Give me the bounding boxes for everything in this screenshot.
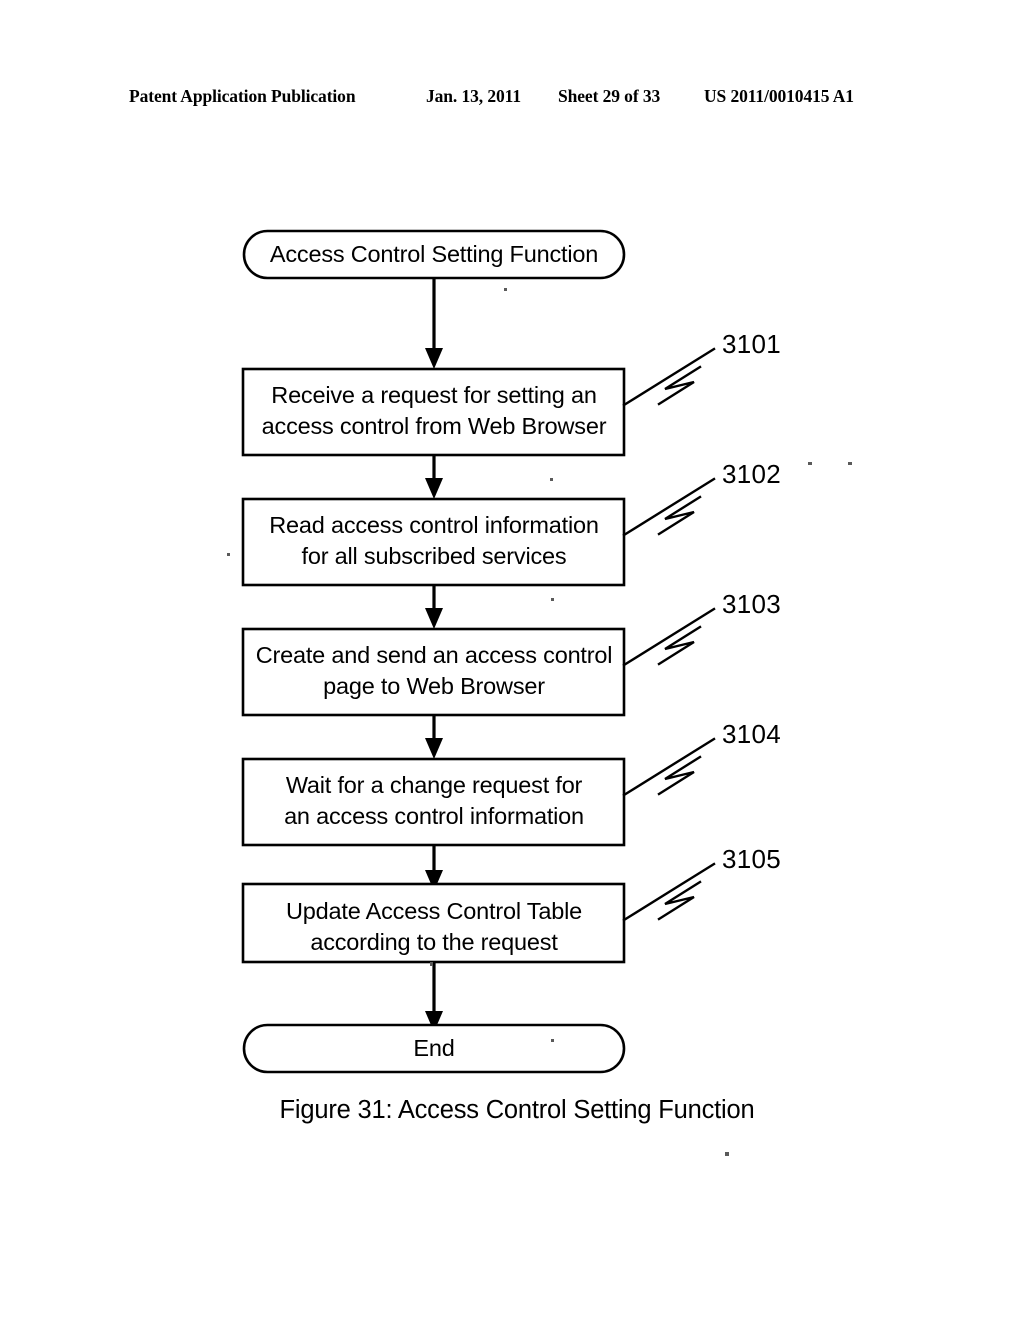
reference-leader-3105: 3105 xyxy=(622,844,781,922)
connector-start-to-step-1 xyxy=(425,278,443,369)
end-terminator-label: End xyxy=(413,1035,454,1061)
reference-leader-3103: 3103 xyxy=(622,589,781,667)
connector-step-5-to-end xyxy=(425,962,443,1032)
reference-leader-3104: 3104 xyxy=(622,719,781,797)
step-3-label-line2: page to Web Browser xyxy=(323,673,545,699)
step-5-label-line1: Update Access Control Table xyxy=(286,898,582,924)
reference-leader-3101: 3101 xyxy=(622,329,781,407)
figure-caption: Figure 31: Access Control Setting Functi… xyxy=(280,1096,755,1124)
step-2-label-line2: for all subscribed services xyxy=(302,543,567,569)
flow-node-step-1: Receive a request for setting an access … xyxy=(241,367,626,457)
arrowhead-icon xyxy=(425,348,443,369)
step-5-label-line2: according to the request xyxy=(310,929,558,955)
flowchart-canvas: Access Control Setting Function Receive … xyxy=(227,229,852,1156)
step-4-label-line1: Wait for a change request for xyxy=(286,772,583,798)
reference-numeral-3102: 3102 xyxy=(722,459,781,489)
flow-node-step-3: Create and send an access control page t… xyxy=(241,627,626,717)
arrowhead-icon xyxy=(425,738,443,759)
start-terminator-label: Access Control Setting Function xyxy=(270,241,598,267)
arrowhead-icon xyxy=(425,478,443,499)
flow-node-step-5: Update Access Control Table according to… xyxy=(241,882,626,964)
flow-node-step-4: Wait for a change request for an access … xyxy=(241,757,626,847)
figure-31-flowchart: Access Control Setting Function Receive … xyxy=(0,0,1024,1320)
step-3-label-line1: Create and send an access control xyxy=(256,642,613,668)
reference-numeral-3105: 3105 xyxy=(722,844,781,874)
reference-numeral-3104: 3104 xyxy=(722,719,781,749)
flow-node-step-2: Read access control information for all … xyxy=(241,497,626,587)
step-2-label-line1: Read access control information xyxy=(269,512,599,538)
step-4-label-line2: an access control information xyxy=(284,803,584,829)
step-1-label-line2: access control from Web Browser xyxy=(262,413,607,439)
reference-numeral-3101: 3101 xyxy=(722,329,781,359)
reference-numeral-3103: 3103 xyxy=(722,589,781,619)
connector-step-1-to-step-2 xyxy=(425,455,443,499)
arrowhead-icon xyxy=(425,608,443,629)
connector-step-3-to-step-4 xyxy=(425,715,443,759)
flow-node-start: Access Control Setting Function xyxy=(242,229,626,280)
reference-leader-3102: 3102 xyxy=(622,459,781,537)
step-1-label-line1: Receive a request for setting an xyxy=(271,382,596,408)
flow-node-end: End xyxy=(242,1023,626,1074)
connector-step-2-to-step-3 xyxy=(425,585,443,629)
